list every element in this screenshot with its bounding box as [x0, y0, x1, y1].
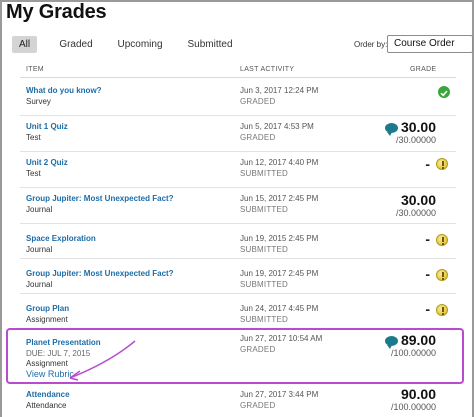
annotation-arrow — [69, 340, 136, 381]
grade-score: 90.00 — [400, 386, 436, 402]
item-type: Attendance — [26, 401, 67, 410]
item-title-link[interactable]: Attendance — [26, 390, 70, 399]
activity-date: Jun 27, 2017 3:44 PM — [240, 390, 319, 399]
activity-status: GRADED — [240, 401, 276, 410]
grade-row: Attendance Attendance Jun 27, 2017 3:44 … — [20, 386, 456, 417]
grade-total: /100.00000 — [390, 402, 436, 412]
